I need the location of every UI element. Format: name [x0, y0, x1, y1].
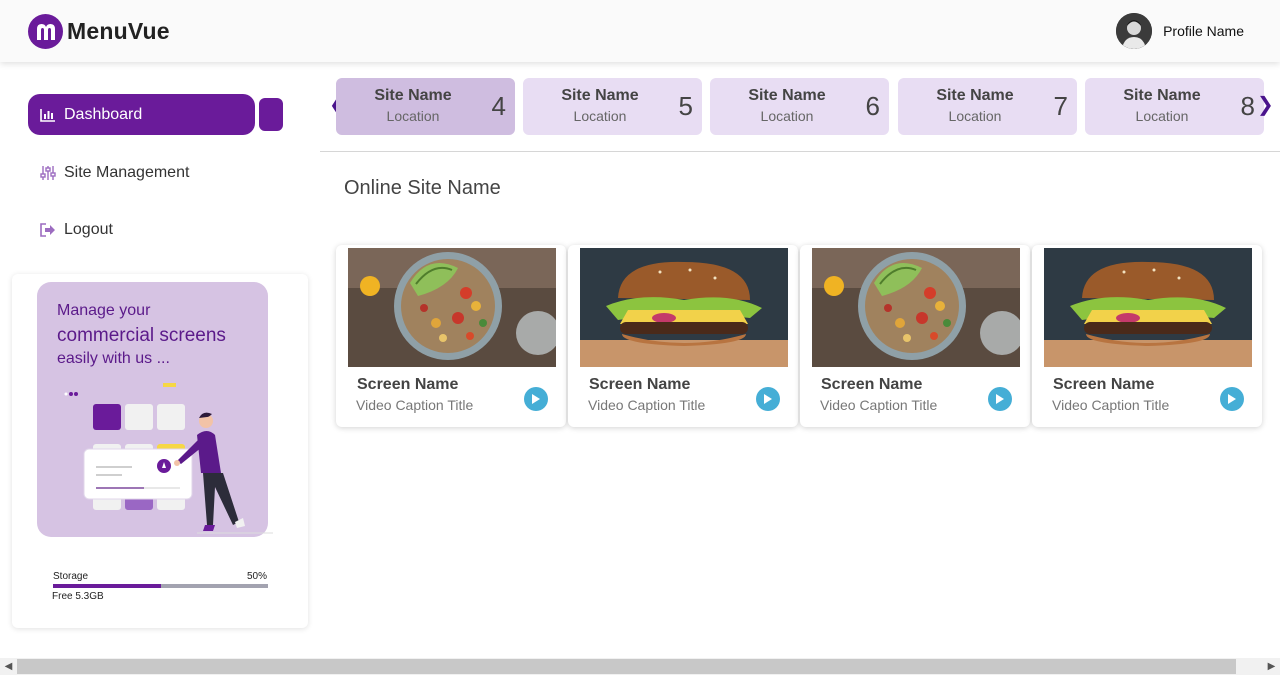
screen-name: Screen Name [357, 376, 459, 393]
sidebar-active-indicator [259, 98, 283, 131]
logo-mark-icon [28, 14, 63, 49]
screen-caption: Video Caption Title [588, 397, 706, 413]
play-button[interactable] [1220, 387, 1244, 411]
screen-caption: Video Caption Title [356, 397, 474, 413]
sidebar-item-label: Dashboard [64, 105, 143, 123]
carousel-next-icon[interactable]: ❯ [1257, 92, 1274, 117]
site-location: Location [386, 108, 440, 124]
screen-name: Screen Name [821, 376, 923, 393]
site-number: 5 [678, 91, 693, 121]
site-location: Location [1135, 108, 1189, 124]
storage-percent: 50% [247, 571, 268, 582]
screen-card[interactable]: Screen Name Video Caption Title [568, 245, 798, 427]
sidebar-item-label: Logout [64, 220, 113, 238]
site-name: Site Name [1123, 87, 1201, 104]
bar-chart-icon [40, 107, 56, 123]
sidebar-item-label: Site Management [64, 163, 190, 181]
promo-panel: Manage your commercial screens easily wi… [12, 274, 308, 628]
site-number: 7 [1053, 91, 1068, 121]
promo-line-2: commercial screens [57, 325, 226, 346]
sidebar-item-logout[interactable]: Logout [28, 209, 255, 250]
site-card[interactable]: Site Name Location 5 [523, 78, 702, 135]
horizontal-scrollbar[interactable]: ◀ ▶ [0, 658, 1280, 675]
site-number: 8 [1240, 91, 1255, 121]
section-divider [320, 151, 1280, 152]
profile-name: Profile Name [1163, 23, 1244, 39]
promo-illustration [64, 383, 273, 534]
logout-icon [40, 222, 56, 238]
scroll-right-icon[interactable]: ▶ [1263, 658, 1280, 675]
promo-line-1: Manage your [57, 302, 151, 319]
promo-card: Manage your commercial screens easily wi… [37, 282, 273, 537]
screen-caption: Video Caption Title [1052, 397, 1170, 413]
salad-bowl-thumbnail[interactable] [348, 248, 556, 367]
site-number: 4 [491, 91, 506, 121]
play-icon [1228, 394, 1236, 404]
screen-name: Screen Name [589, 376, 691, 393]
site-name: Site Name [936, 87, 1014, 104]
promo-line-3: easily with us ... [57, 350, 170, 367]
salad-bowl-thumbnail[interactable] [812, 248, 1020, 367]
sidebar-item-site-management[interactable]: Site Management [28, 152, 255, 193]
storage-label: Storage [53, 571, 89, 582]
burger-thumbnail[interactable] [580, 248, 788, 367]
burger-thumbnail[interactable] [1044, 248, 1252, 367]
profile-menu[interactable]: Profile Name [1116, 13, 1244, 49]
site-name: Site Name [748, 87, 826, 104]
site-card[interactable]: Site Name Location 4 [336, 78, 515, 135]
play-button[interactable] [524, 387, 548, 411]
section-title: Online Site Name [344, 177, 501, 199]
site-card[interactable]: Site Name Location 8 [1085, 78, 1264, 135]
site-name: Site Name [561, 87, 639, 104]
top-header: MenuVue Profile Name [0, 0, 1280, 62]
screen-card[interactable]: Screen Name Video Caption Title [800, 245, 1030, 427]
site-number: 6 [865, 91, 880, 121]
site-location: Location [573, 108, 627, 124]
sidebar-item-dashboard[interactable]: Dashboard [28, 94, 255, 135]
sliders-icon [40, 165, 56, 181]
avatar[interactable] [1116, 13, 1153, 49]
site-name: Site Name [374, 87, 452, 104]
site-location: Location [948, 108, 1002, 124]
screen-card[interactable]: Screen Name Video Caption Title [1032, 245, 1262, 427]
screen-name: Screen Name [1053, 376, 1155, 393]
scrollbar-thumb[interactable] [17, 659, 1236, 674]
storage-free-text: Free 5.3GB [52, 591, 104, 602]
app-logo[interactable]: MenuVue [28, 14, 170, 49]
app-name: MenuVue [67, 18, 170, 44]
play-icon [764, 394, 772, 404]
play-icon [532, 394, 540, 404]
play-button[interactable] [988, 387, 1012, 411]
storage-progress-fill [53, 584, 161, 588]
storage-progress-bar [53, 584, 268, 588]
screen-card[interactable]: Screen Name Video Caption Title [336, 245, 566, 427]
play-button[interactable] [756, 387, 780, 411]
site-card[interactable]: Site Name Location 6 [710, 78, 889, 135]
scroll-left-icon[interactable]: ◀ [0, 658, 17, 675]
play-icon [996, 394, 1004, 404]
screen-caption: Video Caption Title [820, 397, 938, 413]
site-location: Location [760, 108, 814, 124]
site-card[interactable]: Site Name Location 7 [898, 78, 1077, 135]
